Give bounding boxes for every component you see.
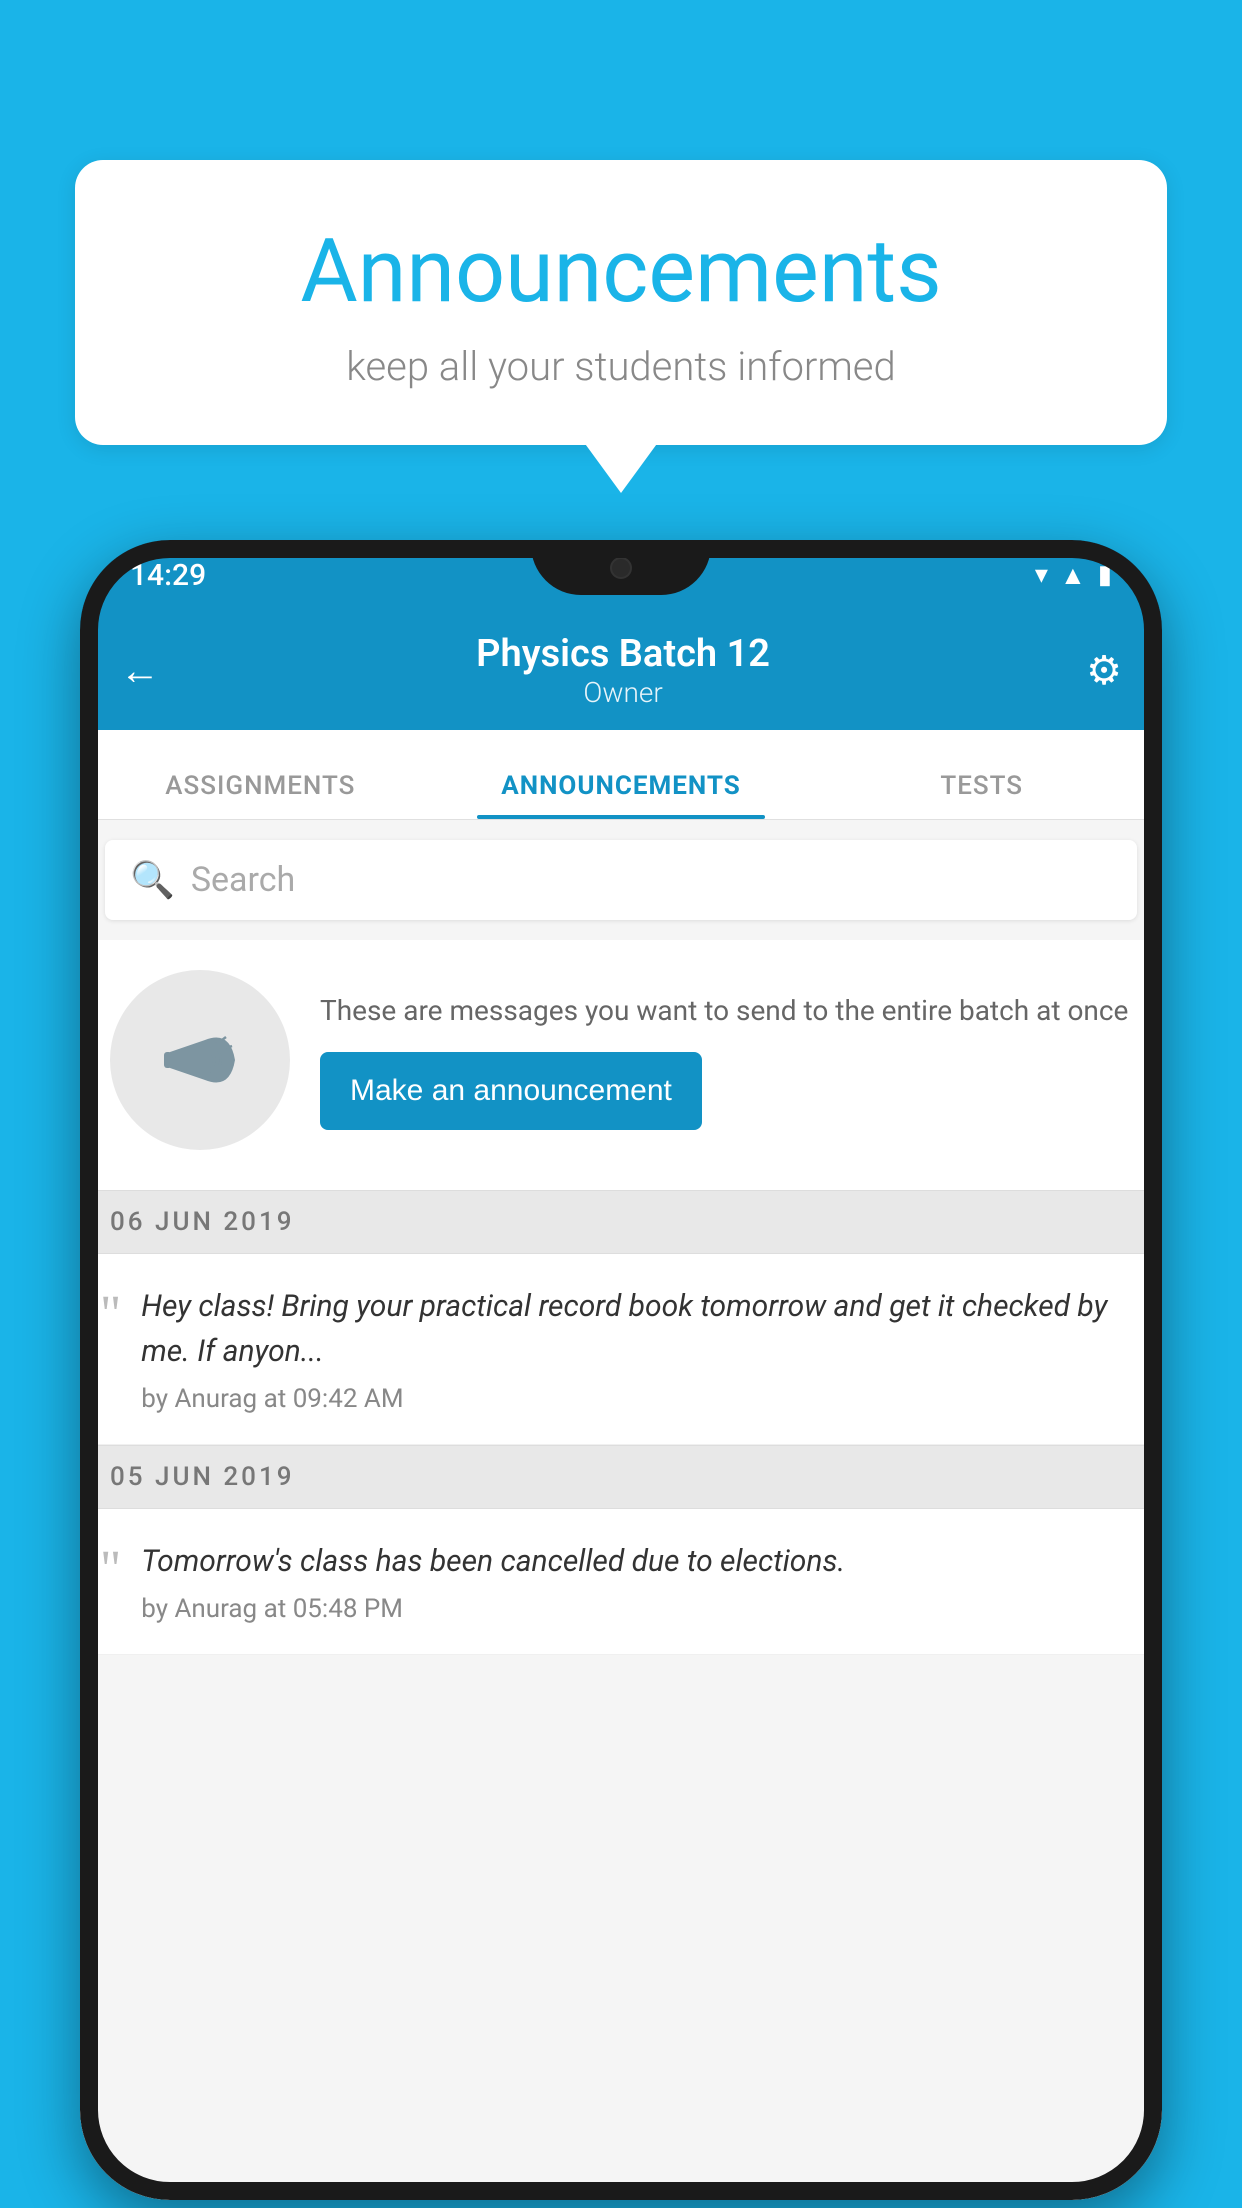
app-header: ← Physics Batch 12 Owner ⚙ [80,610,1162,730]
phone-frame: 14:29 ▾ ▲ ▮ ← Physics Batch 12 Owner ⚙ A… [80,540,1162,2200]
battery-icon: ▮ [1098,560,1112,590]
batch-title: Physics Batch 12 [476,632,770,676]
promo-icon-circle [110,970,290,1150]
settings-button[interactable]: ⚙ [1086,647,1122,694]
phone-notch [531,540,711,595]
announcement-item-1[interactable]: " Hey class! Bring your practical record… [80,1254,1162,1445]
promo-text-group: These are messages you want to send to t… [320,990,1132,1130]
tab-assignments[interactable]: ASSIGNMENTS [80,771,441,819]
header-title-group: Physics Batch 12 Owner [476,632,770,709]
front-camera [610,557,632,579]
back-button[interactable]: ← [120,647,160,694]
wifi-icon: ▾ [1035,560,1048,590]
announcement-text-2: Tomorrow's class has been cancelled due … [141,1539,1132,1624]
page-subtitle: keep all your students informed [115,343,1127,390]
batch-role: Owner [476,676,770,709]
status-icons: ▾ ▲ ▮ [1035,560,1112,591]
announcement-item-2[interactable]: " Tomorrow's class has been cancelled du… [80,1509,1162,1655]
megaphone-icon [150,1010,250,1110]
announcement-meta-1: by Anurag at 09:42 AM [141,1384,1132,1414]
make-announcement-button[interactable]: Make an announcement [320,1052,702,1130]
date-separator-2: 05 JUN 2019 [80,1445,1162,1509]
date-separator-1: 06 JUN 2019 [80,1190,1162,1254]
tab-tests[interactable]: TESTS [801,771,1162,819]
search-bar[interactable]: 🔍 Search [105,840,1137,920]
search-icon: 🔍 [130,859,175,901]
tab-announcements[interactable]: ANNOUNCEMENTS [441,771,802,819]
quote-icon-2: " [100,1544,121,1596]
promo-card: These are messages you want to send to t… [80,940,1162,1190]
promo-description: These are messages you want to send to t… [320,990,1132,1032]
status-time: 14:29 [130,558,206,593]
signal-icon: ▲ [1060,560,1086,591]
content-area: 🔍 Search [80,820,1162,2200]
announcement-text-1: Hey class! Bring your practical record b… [141,1284,1132,1414]
search-placeholder: Search [191,860,295,900]
speech-bubble: Announcements keep all your students inf… [75,160,1167,445]
tabs-bar: ASSIGNMENTS ANNOUNCEMENTS TESTS [80,730,1162,820]
announcement-message-1: Hey class! Bring your practical record b… [141,1284,1132,1374]
page-title: Announcements [115,220,1127,323]
announcement-message-2: Tomorrow's class has been cancelled due … [141,1539,1132,1584]
announcement-meta-2: by Anurag at 05:48 PM [141,1594,1132,1624]
quote-icon-1: " [100,1289,121,1341]
